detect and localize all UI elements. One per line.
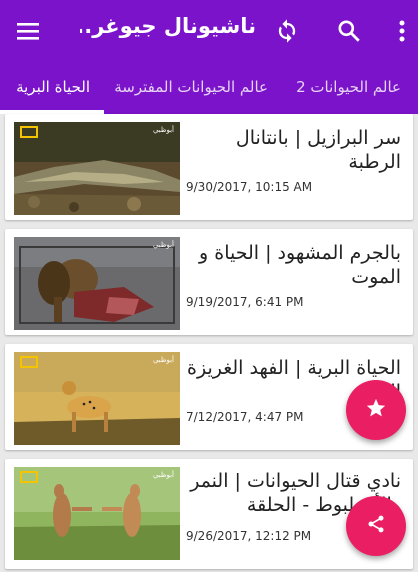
- share-fab[interactable]: [346, 496, 406, 556]
- item-date: 9/19/2017, 6:41 PM: [186, 295, 304, 309]
- channel-badge: أبوظبي: [152, 471, 174, 479]
- thumbnail: أبوظبي: [14, 237, 180, 330]
- list-item[interactable]: أبوظبي سر البرازيل | بانتانال الرطبة 9/3…: [5, 114, 413, 220]
- share-icon: [366, 514, 386, 538]
- tab-wildlife[interactable]: الحياة البرية: [16, 78, 90, 96]
- app-bar: ناشيونال جيوغر...: [0, 0, 418, 62]
- refresh-icon[interactable]: [271, 15, 303, 47]
- list-item[interactable]: أبوظبي بالجرم المشهود | الحياة و الموت 9…: [5, 229, 413, 335]
- channel-badge: أبوظبي: [152, 241, 174, 249]
- item-date: 7/12/2017, 4:47 PM: [186, 410, 304, 424]
- tab-predators-world[interactable]: عالم الحيوانات المفترسة: [114, 78, 268, 96]
- channel-badge: أبوظبي: [152, 126, 174, 134]
- star-icon: [365, 397, 387, 423]
- tab-bar: عالم الحيوانات 2 عالم الحيوانات المفترسة…: [0, 62, 418, 114]
- item-date: 9/30/2017, 10:15 AM: [186, 180, 313, 194]
- tab-animal-world-2[interactable]: عالم الحيوانات 2: [296, 78, 401, 96]
- more-vert-icon[interactable]: [386, 15, 418, 47]
- app-title: ناشيونال جيوغر...: [80, 14, 256, 38]
- item-title: سر البرازيل | بانتانال الرطبة: [235, 127, 401, 173]
- ng-logo-icon: [20, 356, 38, 368]
- channel-badge: أبوظبي: [152, 356, 174, 364]
- item-date: 9/26/2017, 12:12 PM: [186, 529, 312, 543]
- favorite-fab[interactable]: [346, 380, 406, 440]
- search-icon[interactable]: [333, 15, 365, 47]
- item-title: بالجرم المشهود | الحياة و الموت: [199, 242, 401, 288]
- ng-logo-icon: [20, 471, 38, 483]
- thumbnail: أبوظبي: [14, 352, 180, 445]
- thumbnail: أبوظبي: [14, 122, 180, 215]
- menu-icon[interactable]: [12, 15, 44, 47]
- thumbnail: أبوظبي: [14, 467, 180, 560]
- ng-logo-icon: [20, 126, 38, 138]
